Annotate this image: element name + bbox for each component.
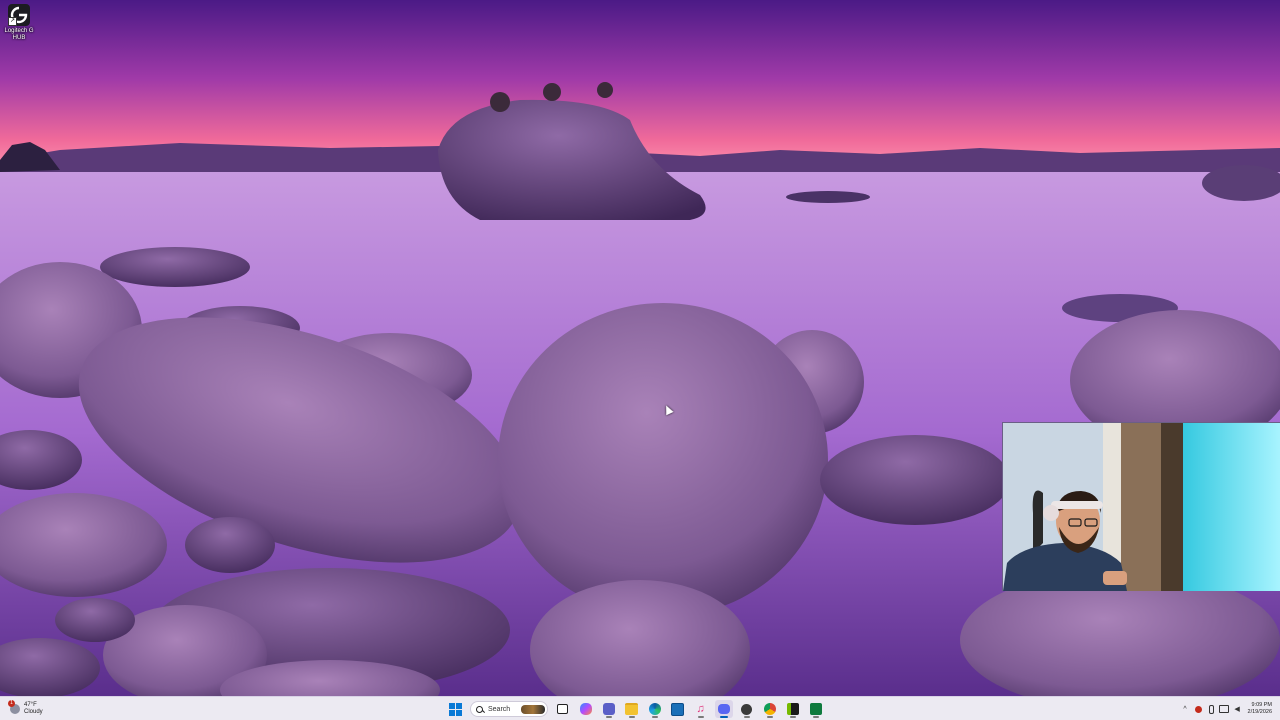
start-button[interactable] bbox=[447, 700, 465, 718]
cloudy-weather-icon: 1 bbox=[8, 700, 20, 714]
weather-temperature: 47°F bbox=[24, 702, 37, 708]
windows-start-icon bbox=[449, 702, 462, 716]
search-icon bbox=[476, 705, 483, 713]
teams-icon bbox=[602, 703, 615, 715]
clock-date: 2/19/2026 bbox=[1247, 709, 1272, 715]
taskbar-file-explorer[interactable] bbox=[623, 700, 641, 718]
search-highlight-art-icon bbox=[521, 705, 545, 714]
edge-icon bbox=[648, 703, 661, 715]
taskbar-task-view[interactable] bbox=[554, 700, 572, 718]
hexagon-icon bbox=[741, 703, 752, 715]
chevron-up-icon[interactable]: ^ bbox=[1180, 704, 1190, 714]
desktop-icon-logitech-g-hub[interactable]: ↗ Logitech G HUB bbox=[2, 4, 36, 42]
weather-condition: Cloudy bbox=[24, 709, 43, 715]
desktop-icon-label-line1: Logitech G bbox=[4, 28, 34, 34]
taskbar-itunes[interactable]: ♫ bbox=[692, 700, 710, 718]
task-view-icon bbox=[557, 704, 568, 714]
taskbar-android-studio[interactable] bbox=[807, 700, 825, 718]
weather-widget[interactable]: 1 47°F Cloudy bbox=[8, 700, 43, 718]
taskbar-store[interactable] bbox=[669, 700, 687, 718]
wallpaper-lake-rocks-image bbox=[0, 0, 1280, 696]
network-icon[interactable] bbox=[1219, 704, 1230, 714]
webcam-overlay bbox=[1002, 422, 1280, 591]
desktop: ↗ Logitech G HUB bbox=[0, 0, 1280, 696]
android-icon bbox=[809, 703, 822, 715]
desktop-icon-label-line2: HUB bbox=[12, 35, 26, 41]
taskbar-copilot[interactable] bbox=[577, 700, 595, 718]
speaker-icon[interactable]: ◀ bbox=[1232, 704, 1242, 714]
taskbar: 1 47°F Cloudy Search ♫ ^ ◀ 9:09 PM 2/19/… bbox=[0, 696, 1280, 720]
taskbar-edge[interactable] bbox=[646, 700, 664, 718]
chrome-icon bbox=[763, 703, 776, 715]
security-icon[interactable] bbox=[1193, 704, 1203, 714]
taskbar-clock[interactable]: 9:09 PM 2/19/2026 bbox=[1248, 702, 1272, 716]
search-placeholder: Search bbox=[488, 705, 511, 713]
microphone-icon[interactable] bbox=[1206, 704, 1216, 714]
store-icon bbox=[671, 702, 684, 716]
webcam-feed-image bbox=[1003, 423, 1280, 591]
taskbar-pinned-apps: Search ♫ bbox=[444, 699, 827, 719]
shortcut-arrow-icon: ↗ bbox=[8, 17, 17, 26]
taskbar-search-box[interactable]: Search bbox=[470, 701, 548, 717]
nvidia-icon bbox=[786, 703, 799, 715]
taskbar-chrome[interactable] bbox=[761, 700, 779, 718]
notification-badge: 1 bbox=[8, 700, 15, 707]
taskbar-teams[interactable] bbox=[600, 700, 618, 718]
system-tray: ^ ◀ 9:09 PM 2/19/2026 bbox=[1179, 699, 1280, 719]
logitech-g-icon: ↗ bbox=[8, 4, 30, 26]
folder-icon bbox=[625, 703, 638, 715]
taskbar-obs[interactable] bbox=[738, 700, 756, 718]
taskbar-nvidia[interactable] bbox=[784, 700, 802, 718]
discord-icon bbox=[717, 704, 730, 714]
taskbar-discord[interactable] bbox=[714, 700, 733, 718]
clock-time: 9:09 PM bbox=[1251, 702, 1272, 708]
copilot-icon bbox=[579, 703, 592, 715]
music-note-icon: ♫ bbox=[696, 702, 705, 715]
